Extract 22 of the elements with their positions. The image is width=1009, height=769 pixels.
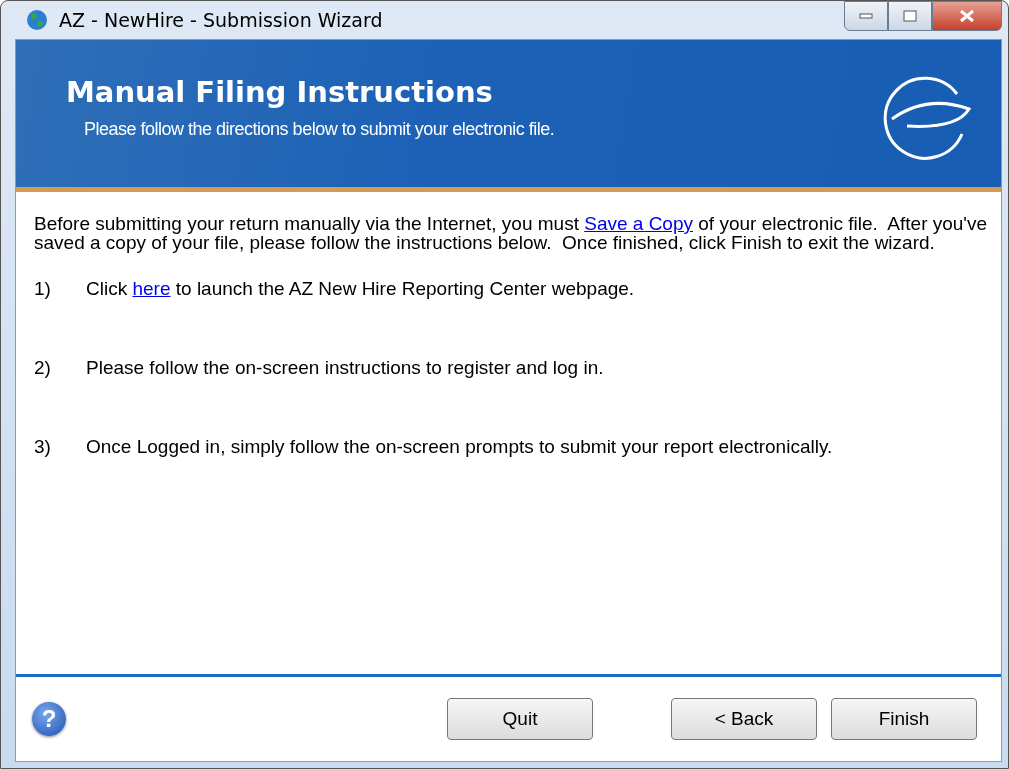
quit-button[interactable]: Quit (447, 698, 593, 740)
maximize-button[interactable] (888, 1, 932, 31)
step-number: 3) (34, 436, 52, 459)
minimize-icon (859, 13, 873, 19)
close-button[interactable] (932, 1, 1002, 31)
save-copy-link[interactable]: Save a Copy (584, 213, 693, 234)
page-title: Manual Filing Instructions (66, 75, 494, 109)
page-subtitle: Please follow the directions below to submit your electronic file. (83, 119, 555, 140)
finish-button[interactable]: Finish (831, 698, 977, 740)
step-number: 2) (34, 357, 52, 380)
step-text: Please follow the on-screen instructions to register and log in. (86, 357, 604, 380)
globe-icon (25, 8, 49, 32)
minimize-button[interactable] (844, 1, 888, 31)
window-title: AZ - NewHire - Submission Wizard (59, 9, 383, 31)
step-text: Once Logged in, simply follow the on-screen prompts to submit your report electronically. (86, 436, 833, 459)
step-text: Click here to launch the AZ New Hire Reporting Center webpage. (86, 278, 635, 301)
here-link[interactable]: here (132, 278, 171, 299)
intro-text: Before submitting your return manually via the Internet, you must Save a Copy of your electronic file. After you've saved a copy of your file, please follow the instructions below. Once finished, click Finish to exit the wizard. (34, 214, 989, 252)
back-button[interactable]: < Back (671, 698, 817, 740)
step-number: 1) (34, 278, 52, 301)
close-icon (959, 9, 975, 23)
maximize-icon (903, 10, 917, 22)
